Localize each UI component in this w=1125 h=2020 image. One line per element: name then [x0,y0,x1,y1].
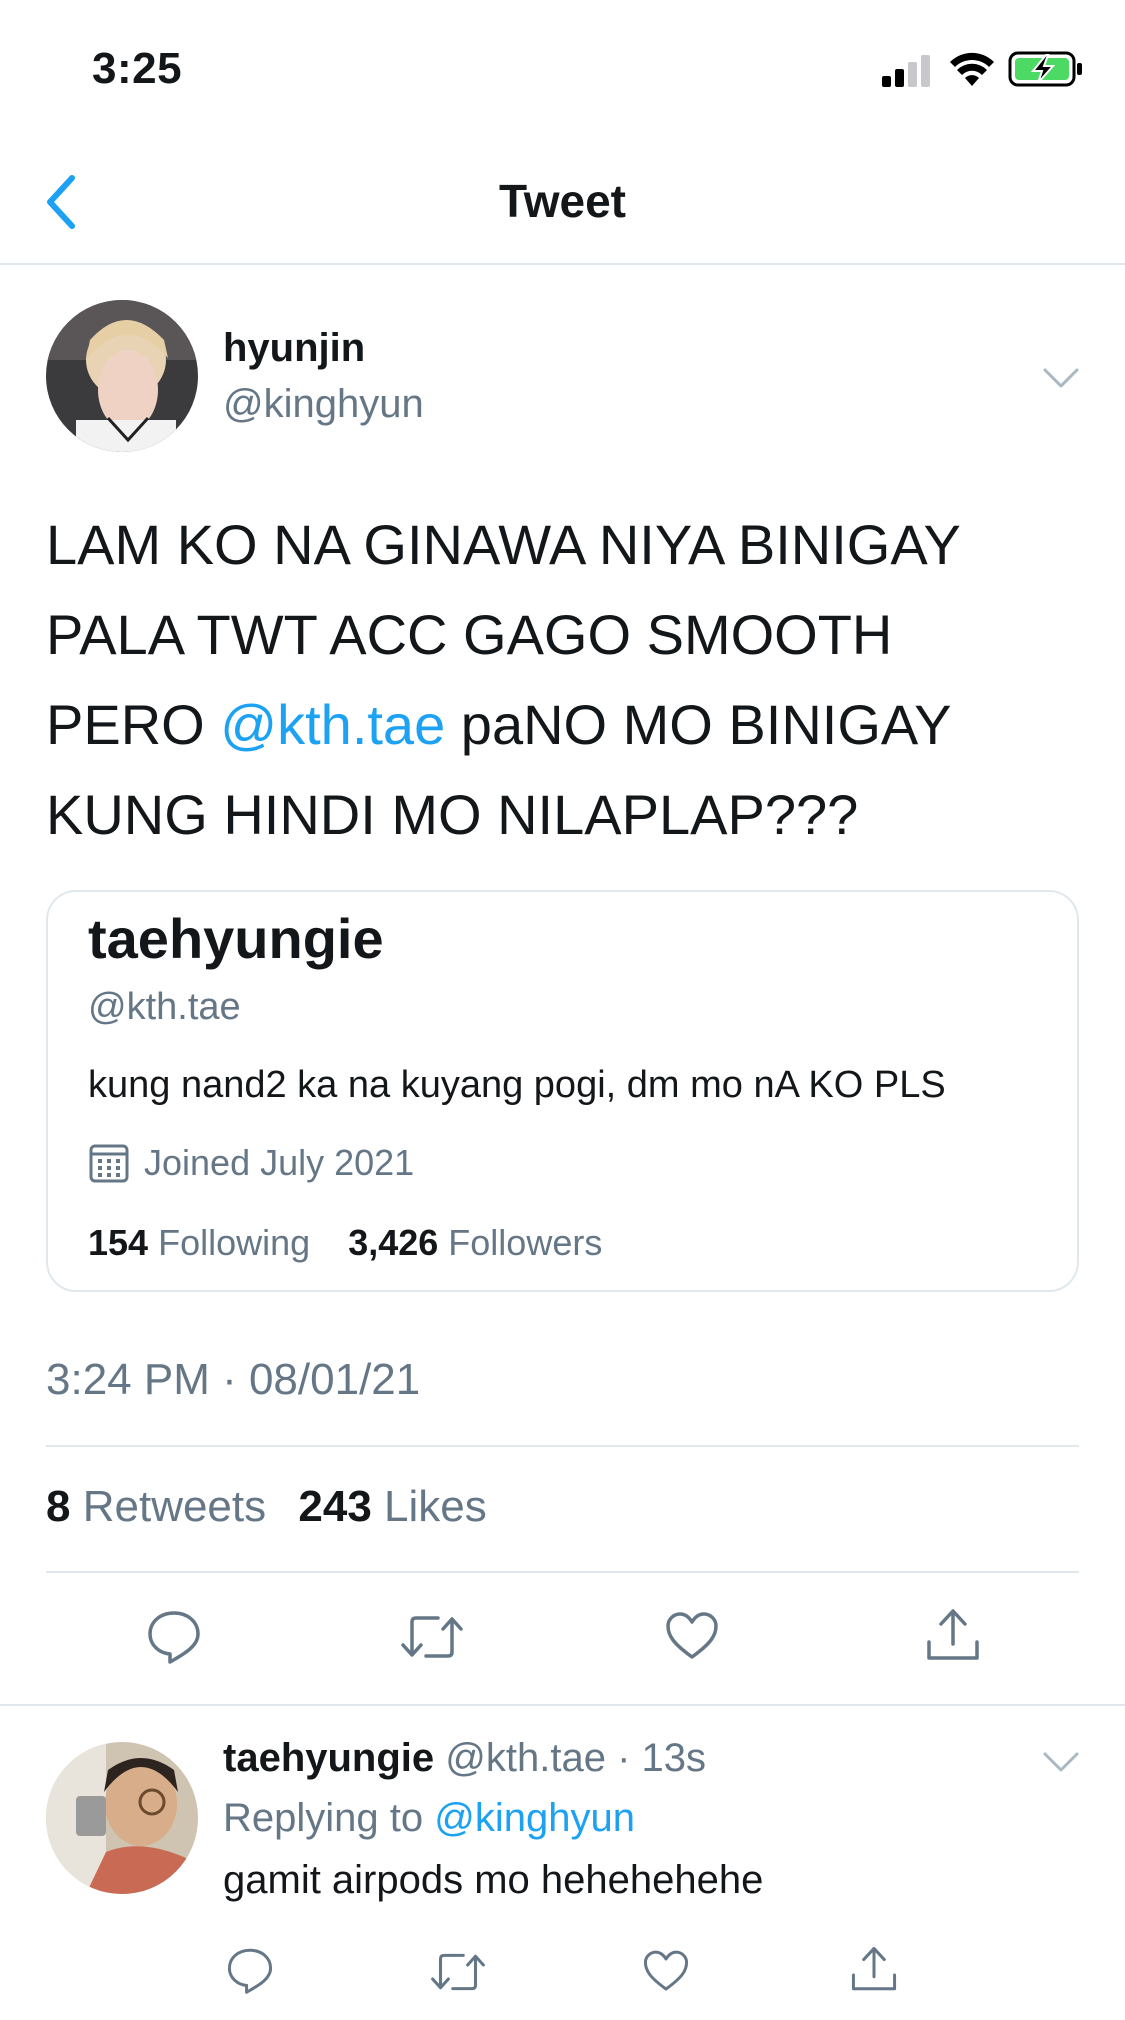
likes-stat[interactable]: 243 Likes [298,1482,486,1531]
caret-down-icon[interactable] [1042,366,1080,390]
reply-icon[interactable] [226,1946,274,1994]
section-divider [0,1704,1125,1706]
page-title: Tweet [499,175,626,227]
following-count: 154 [88,1222,149,1263]
likes-count: 243 [298,1482,372,1531]
reply-author-name[interactable]: taehyungie [223,1736,434,1780]
wifi-icon [950,52,994,86]
reply-header: taehyungie @kth.tae · 13s [223,1736,706,1781]
status-time: 3:25 [92,44,183,93]
followers-label: Followers [448,1222,603,1263]
retweets-stat[interactable]: 8 Retweets [46,1482,266,1531]
share-icon[interactable] [925,1606,981,1664]
battery-charging-icon [1008,51,1082,87]
status-bar: 3:25 [0,0,1125,140]
navigation-bar: Tweet [0,140,1125,265]
share-icon[interactable] [850,1944,898,1994]
divider [46,1445,1079,1447]
author-handle[interactable]: @kinghyun [223,382,424,427]
followers-count: 3,426 [348,1222,439,1263]
likes-label: Likes [384,1482,487,1531]
retweet-icon[interactable] [430,1950,486,1994]
cellular-signal-icon [882,55,930,87]
reply-icon[interactable] [146,1608,202,1664]
like-icon[interactable] [642,1948,690,1994]
retweets-count: 8 [46,1482,71,1531]
card-joined-date: Joined July 2021 [88,1142,414,1184]
caret-down-icon[interactable] [1042,1750,1080,1774]
replying-handle-link[interactable]: @kinghyun [434,1796,635,1840]
reply-text: gamit airpods mo hehehehehe [223,1858,764,1902]
retweets-label: Retweets [82,1482,267,1531]
author-name[interactable]: hyunjin [223,326,365,371]
retweet-icon[interactable] [400,1612,464,1662]
calendar-icon [89,1144,129,1183]
tweet-timestamp: 3:24 PM · 08/01/21 [46,1355,421,1404]
divider [46,1571,1079,1573]
engagement-counts: 8 Retweets 243 Likes [46,1482,487,1532]
joined-text: Joined July 2021 [144,1142,415,1183]
replying-label: Replying to [223,1796,424,1840]
like-icon[interactable] [664,1610,720,1662]
card-profile-bio: kung nand2 ka na kuyang pogi, dm mo nA K… [88,1064,946,1106]
following-label: Following [158,1222,311,1263]
replying-to: Replying to @kinghyun [223,1796,635,1841]
reply-meta: @kth.tae · 13s [445,1736,707,1780]
tweet-text: LAM KO NA GINAWA NIYA BINIGAY PALA TWT A… [46,500,1066,860]
author-avatar[interactable] [46,300,198,452]
card-profile-handle: @kth.tae [88,986,241,1028]
card-follow-stats: 154 Following 3,426 Followers [88,1222,602,1264]
profile-card[interactable]: taehyungie @kth.tae kung nand2 ka na kuy… [46,890,1079,1292]
reply-author-avatar[interactable] [46,1742,198,1894]
mention-link[interactable]: @kth.tae [220,693,445,756]
card-profile-name: taehyungie [88,907,384,970]
